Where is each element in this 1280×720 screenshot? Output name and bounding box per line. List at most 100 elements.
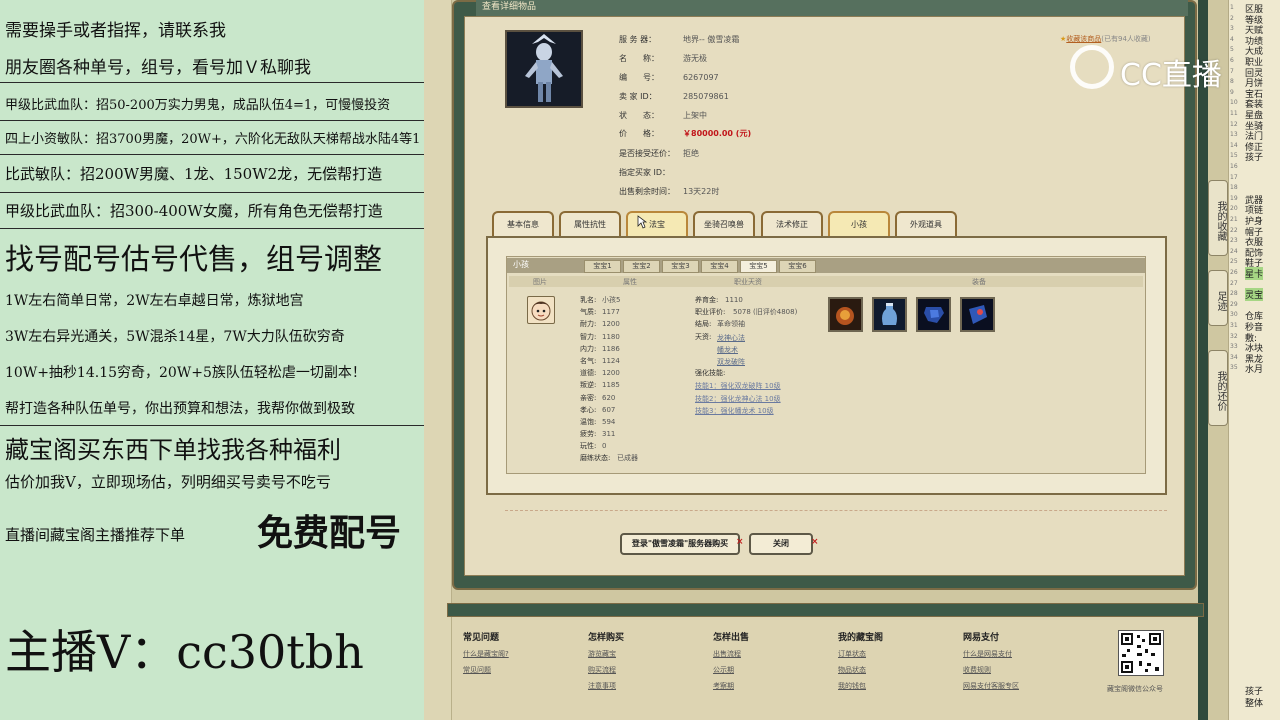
chat-list: 1 区服 2 等级 3 天赋 4 功绩 5 大成 6 职业 7 回灵 8 月饼 9 宝石 10 套装 11 星盘 12 坐骑 1… bbox=[1228, 0, 1280, 720]
footer bbox=[452, 617, 1198, 720]
close-icon[interactable]: × bbox=[811, 537, 819, 547]
chat-line-number: 22 bbox=[1230, 226, 1238, 234]
footer-link[interactable]: 出售流程 bbox=[713, 649, 749, 659]
overlay-highlight: 免费配号 bbox=[257, 512, 402, 554]
footer-link[interactable]: 收费规则 bbox=[963, 665, 1019, 675]
chat-line-number: 34 bbox=[1230, 353, 1238, 361]
child-attr: 孝心: 607 bbox=[580, 404, 615, 416]
side-tab-favorites[interactable]: 我的收藏 bbox=[1208, 180, 1228, 256]
attr-value: 已成器 bbox=[617, 454, 638, 462]
chat-line-number: 19 bbox=[1230, 194, 1238, 202]
chat-line-number: 9 bbox=[1230, 88, 1234, 96]
footer-link[interactable]: 订单状态 bbox=[838, 649, 883, 659]
attr-key: 叛逆: bbox=[580, 381, 597, 389]
info-label: 服 务 器： bbox=[619, 35, 657, 44]
job-value: 革命领袖 bbox=[717, 320, 745, 328]
talent-link[interactable]: 龙神心法 bbox=[717, 333, 745, 343]
column-header-talent: 职业天资 bbox=[734, 278, 762, 286]
skill-link[interactable]: 技能3：强化幡龙术 10级 bbox=[695, 406, 774, 416]
subtab-child-6[interactable]: 宝宝6 bbox=[779, 260, 816, 273]
footer-link[interactable]: 常见问题 bbox=[463, 665, 509, 675]
chat-line-number: 20 bbox=[1230, 205, 1238, 213]
overlay-line: 四上小资敏队：招3700男魔，20W+，六阶化无敌队天梯帮战水陆4等1 bbox=[5, 132, 421, 147]
skill-link[interactable]: 技能2：强化龙神心法 10级 bbox=[695, 394, 781, 404]
column-header-picture: 图片 bbox=[533, 278, 547, 286]
tab-appearance[interactable]: 外观道具 bbox=[895, 211, 957, 237]
footer-link[interactable]: 游览藏宝 bbox=[588, 649, 624, 659]
chat-line-number: 28 bbox=[1230, 290, 1238, 298]
child-attr: 气质: 1177 bbox=[580, 306, 620, 318]
footer-link[interactable]: 什么是藏宝阁? bbox=[463, 649, 509, 659]
child-attr: 磨练状态: 已成器 bbox=[580, 452, 638, 464]
footer-link[interactable]: 物品状态 bbox=[838, 665, 883, 675]
attr-value: 1185 bbox=[602, 381, 620, 389]
child-attr: 玩性: 0 bbox=[580, 440, 606, 452]
equipment-slot-2[interactable] bbox=[872, 297, 907, 332]
attr-key: 疲劳: bbox=[580, 430, 597, 438]
attr-key: 温饱: bbox=[580, 418, 597, 426]
overlay-divider bbox=[0, 82, 424, 83]
equipment-slot-3[interactable] bbox=[916, 297, 951, 332]
overlay-line: 帮打造各种队伍单号，你出预算和想法，我帮你做到极致 bbox=[5, 401, 355, 417]
footer-link[interactable]: 什么是网易支付 bbox=[963, 649, 1019, 659]
equipment-slot-1[interactable] bbox=[828, 297, 863, 332]
overlay-line: 直播间藏宝阁主播推荐下单 bbox=[5, 526, 186, 544]
gem-icon bbox=[962, 299, 993, 330]
info-value: 上架中 bbox=[683, 111, 707, 120]
overlay-line: 比武敏队：招200W男魔、1龙、150W2龙，无偿帮打造 bbox=[5, 165, 383, 183]
footer-heading: 网易支付 bbox=[963, 633, 1000, 643]
equipment-slot-4[interactable] bbox=[960, 297, 995, 332]
info-value: 6267097 bbox=[683, 73, 719, 82]
dialog-divider bbox=[505, 510, 1167, 511]
child-attr: 道德: 1200 bbox=[580, 367, 620, 379]
close-button[interactable]: 关闭 bbox=[749, 533, 813, 555]
attr-key: 内力: bbox=[580, 345, 597, 353]
talent-link[interactable]: 双龙破阵 bbox=[717, 357, 745, 367]
footer-heading: 怎样购买 bbox=[588, 633, 625, 643]
tab-mounts-pets[interactable]: 坐骑召唤兽 bbox=[693, 211, 755, 237]
tab-spell-correction[interactable]: 法术修正 bbox=[761, 211, 823, 237]
footer-link[interactable]: 网易支付客服专区 bbox=[963, 681, 1019, 691]
footer-col-buy: 怎样购买 游览藏宝 购买流程 注意事项 bbox=[588, 630, 624, 697]
subtab-child-2[interactable]: 宝宝2 bbox=[623, 260, 660, 273]
subtab-child-1[interactable]: 宝宝1 bbox=[584, 260, 621, 273]
mouse-cursor-icon bbox=[637, 215, 647, 229]
job-value: 1110 bbox=[725, 296, 743, 304]
attr-value: 594 bbox=[602, 418, 616, 426]
subtab-child-4[interactable]: 宝宝4 bbox=[701, 260, 738, 273]
column-header-equipment: 装备 bbox=[972, 278, 986, 286]
footer-link[interactable]: 我的钱包 bbox=[838, 681, 883, 691]
footer-link[interactable]: 考察期 bbox=[713, 681, 749, 691]
tab-child[interactable]: 小孩 bbox=[828, 211, 890, 237]
attr-value: 1200 bbox=[602, 369, 620, 377]
info-label: 编 号： bbox=[619, 73, 659, 82]
info-value: 13天22时 bbox=[683, 187, 720, 196]
tab-basic-info[interactable]: 基本信息 bbox=[492, 211, 554, 237]
talent-link[interactable]: 幡龙术 bbox=[717, 345, 738, 355]
side-tab-footprints[interactable]: 足迹 bbox=[1208, 270, 1228, 326]
info-label: 价 格： bbox=[619, 129, 659, 138]
close-icon[interactable]: × bbox=[736, 537, 744, 547]
skill-link[interactable]: 技能1：强化双龙破阵 10级 bbox=[695, 381, 781, 391]
subtab-child-3[interactable]: 宝宝3 bbox=[662, 260, 699, 273]
footer-link[interactable]: 公示期 bbox=[713, 665, 749, 675]
chat-line-number: 21 bbox=[1230, 216, 1238, 223]
attr-key: 乳名: bbox=[580, 296, 597, 304]
chat-line-number: 6 bbox=[1230, 57, 1234, 64]
chat-line-number: 26 bbox=[1230, 269, 1238, 276]
info-label: 是否接受还价： bbox=[619, 149, 675, 158]
side-tab-my-offers[interactable]: 我的还价 bbox=[1208, 350, 1228, 426]
chat-line: 灵宝 bbox=[1245, 288, 1264, 302]
favorite-link[interactable]: ★收藏该商品(已有94人收藏) bbox=[1060, 34, 1151, 44]
overlay-line: 10W+抽秒14.15穷奇，20W+5族队伍轻松虐一切副本！ bbox=[5, 365, 366, 381]
overlay-line: 3W左右异光通关，5W混杀14星，7W大力队伍砍穷奇 bbox=[5, 329, 345, 345]
pouch-icon bbox=[830, 299, 861, 330]
login-buy-button[interactable]: 登录"傲雪凌霜"服务器购买 bbox=[620, 533, 740, 555]
footer-link[interactable]: 注意事项 bbox=[588, 681, 624, 691]
child-panel-title: 小孩 bbox=[513, 260, 529, 269]
tab-attributes[interactable]: 属性抗性 bbox=[559, 211, 621, 237]
footer-link[interactable]: 购买流程 bbox=[588, 665, 624, 675]
tab-fabao[interactable]: 法宝 bbox=[626, 211, 688, 237]
subtab-child-5[interactable]: 宝宝5 bbox=[740, 260, 777, 273]
chat-line-number: 3 bbox=[1230, 25, 1234, 33]
